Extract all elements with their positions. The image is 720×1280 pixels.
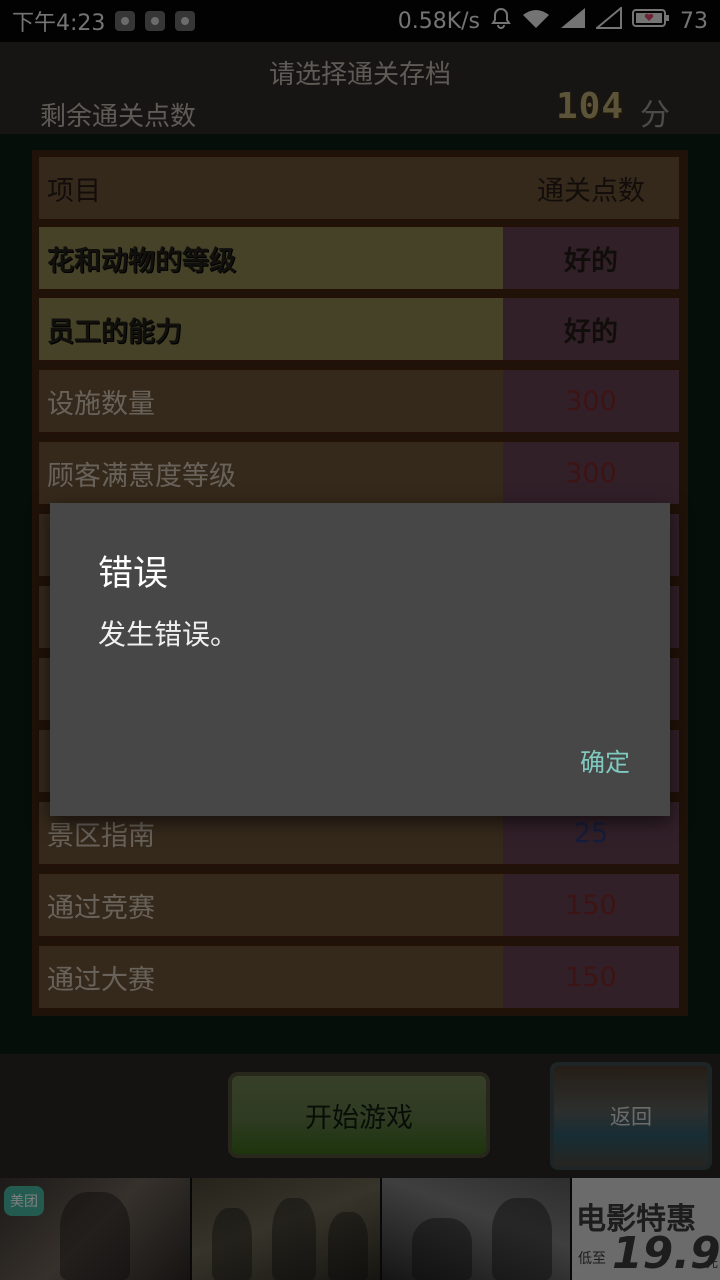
dialog-message: 发生错误。 xyxy=(98,618,239,651)
dialog-title: 错误 xyxy=(98,554,169,594)
error-dialog: 错误 发生错误。 确定 xyxy=(50,503,670,816)
ok-button[interactable]: 确定 xyxy=(574,739,636,783)
